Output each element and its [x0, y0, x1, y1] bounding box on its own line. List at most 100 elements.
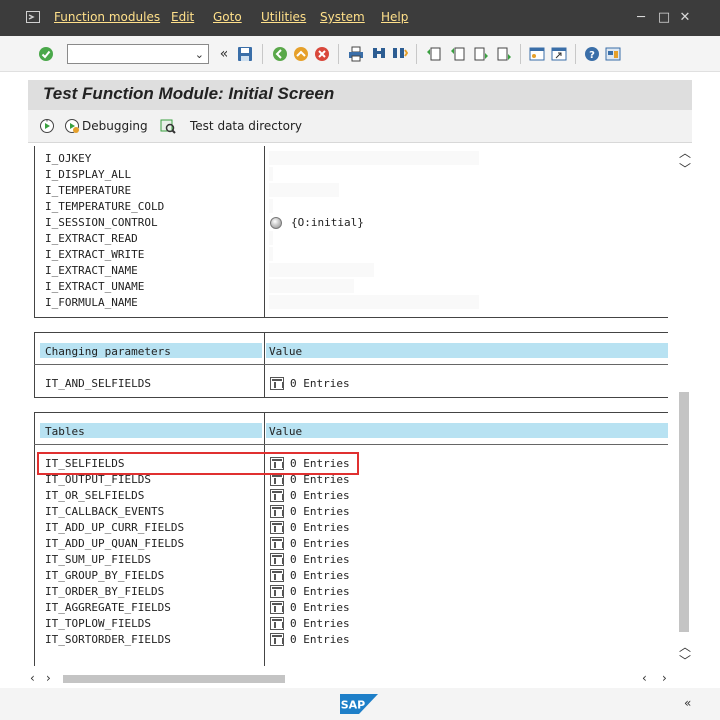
- changing-frame-left: [34, 332, 35, 398]
- create-session-icon[interactable]: [528, 45, 546, 63]
- menu-help[interactable]: Help: [381, 10, 408, 24]
- scroll-down-icon[interactable]: ﹀: [679, 160, 691, 177]
- import-param-input[interactable]: [269, 183, 339, 197]
- import-frame-left: [34, 146, 35, 318]
- exit-icon[interactable]: [292, 45, 310, 63]
- debugging-button[interactable]: Debugging: [82, 119, 148, 133]
- execute-icon[interactable]: [38, 117, 56, 135]
- import-param-name: I_SESSION_CONTROL: [45, 216, 158, 229]
- svg-text:?: ?: [589, 50, 595, 61]
- import-param-input[interactable]: [269, 279, 354, 293]
- customize-layout-icon[interactable]: [604, 45, 622, 63]
- back-icon[interactable]: [271, 45, 289, 63]
- tables-row-name: IT_SUM_UP_FIELDS: [45, 553, 151, 566]
- table-entries-icon[interactable]: [270, 377, 284, 390]
- import-param-name: I_FORMULA_NAME: [45, 296, 138, 309]
- changing-frame-top: [34, 332, 668, 333]
- table-entries-icon[interactable]: [270, 617, 284, 630]
- menu-system[interactable]: System: [320, 10, 365, 24]
- table-entries-icon[interactable]: [270, 601, 284, 614]
- tables-row-value: 0 Entries: [290, 601, 350, 614]
- import-param-input[interactable]: [269, 263, 374, 277]
- vertical-scroll-thumb[interactable]: [679, 392, 689, 632]
- import-param-name: I_TEMPERATURE: [45, 184, 132, 197]
- import-param-name: I_TEMPERATURE_COLD: [45, 200, 165, 213]
- debugging-icon[interactable]: [63, 117, 81, 135]
- print-icon[interactable]: [347, 45, 365, 63]
- find-next-icon[interactable]: [391, 45, 409, 63]
- table-entries-icon[interactable]: [270, 489, 284, 502]
- scroll-left-end-icon[interactable]: ‹: [642, 671, 647, 685]
- close-window-button[interactable]: ✕: [677, 10, 693, 25]
- table-entries-icon[interactable]: [270, 585, 284, 598]
- menu-edit[interactable]: Edit: [171, 10, 194, 24]
- tables-row-name: IT_OR_SELFIELDS: [45, 489, 145, 502]
- tables-row-value: 0 Entries: [290, 521, 350, 534]
- import-param-input[interactable]: [269, 199, 273, 213]
- test-data-directory-button[interactable]: Test data directory: [190, 119, 302, 133]
- radio-button-icon[interactable]: [270, 217, 282, 229]
- changing-frame-divider: [264, 332, 265, 398]
- import-param-input[interactable]: [269, 167, 273, 181]
- table-entries-icon[interactable]: [270, 521, 284, 534]
- scroll-left-icon[interactable]: ‹: [30, 671, 35, 685]
- collapse-status-icon[interactable]: «: [684, 696, 691, 710]
- sap-logo-text: SAP: [341, 699, 366, 712]
- next-page-icon[interactable]: [472, 45, 490, 63]
- toolbar-separator: [338, 44, 339, 64]
- save-icon[interactable]: [236, 45, 254, 63]
- minimize-button[interactable]: ─: [633, 10, 649, 25]
- previous-page-icon[interactable]: [449, 45, 467, 63]
- tables-row-value: 0 Entries: [290, 633, 350, 646]
- scroll-right-icon[interactable]: ›: [46, 671, 51, 685]
- tables-row-name: IT_TOPLOW_FIELDS: [45, 617, 151, 630]
- cancel-icon[interactable]: [313, 45, 331, 63]
- changing-row-name: IT_AND_SELFIELDS: [45, 377, 151, 390]
- horizontal-scroll-thumb[interactable]: [63, 675, 285, 683]
- scroll-right-end-icon[interactable]: ›: [662, 671, 667, 685]
- back-arrows-icon[interactable]: «: [215, 45, 233, 63]
- toolbar-separator: [520, 44, 521, 64]
- help-icon[interactable]: ?: [583, 45, 601, 63]
- import-param-name: I_EXTRACT_UNAME: [45, 280, 145, 293]
- table-entries-icon[interactable]: [270, 633, 284, 646]
- tables-row-value: 0 Entries: [290, 553, 350, 566]
- first-page-icon[interactable]: [425, 45, 443, 63]
- tables-frame-top: [34, 412, 668, 413]
- menu-utilities[interactable]: Utilities: [261, 10, 306, 24]
- changing-header-value-cell: [266, 343, 668, 358]
- import-param-name: I_EXTRACT_WRITE: [45, 248, 145, 261]
- menu-goto[interactable]: Goto: [213, 10, 242, 24]
- status-bar: SAP «: [0, 688, 720, 720]
- import-param-input[interactable]: [269, 295, 479, 309]
- table-entries-icon[interactable]: [270, 537, 284, 550]
- check-icon[interactable]: [37, 45, 55, 63]
- chevron-down-icon[interactable]: ⌄: [195, 48, 204, 61]
- vertical-scrollbar[interactable]: ︿ ﹀ ︿ ﹀: [676, 146, 692, 668]
- tables-row-name: IT_ORDER_BY_FIELDS: [45, 585, 165, 598]
- import-param-input[interactable]: [269, 247, 273, 261]
- horizontal-scrollbar[interactable]: ‹ › ‹ ›: [28, 670, 692, 688]
- title-area: Test Function Module: Initial Screen: [28, 80, 692, 110]
- scroll-up-icon[interactable]: ︿: [679, 144, 691, 161]
- command-field[interactable]: ⌄: [67, 44, 209, 64]
- shortcut-icon[interactable]: [550, 45, 568, 63]
- scroll-down-bottom-icon[interactable]: ﹀: [679, 652, 691, 669]
- import-frame-bottom: [34, 317, 668, 318]
- table-entries-icon[interactable]: [270, 569, 284, 582]
- find-icon[interactable]: [370, 45, 388, 63]
- last-page-icon[interactable]: [495, 45, 513, 63]
- import-param-input[interactable]: [269, 151, 479, 165]
- menu-function-modules[interactable]: Function modules: [54, 10, 160, 24]
- page-title: Test Function Module: Initial Screen: [43, 84, 335, 103]
- tables-frame-left: [34, 412, 35, 666]
- maximize-button[interactable]: □: [656, 10, 672, 25]
- window-menu-icon[interactable]: [26, 11, 40, 23]
- table-entries-icon[interactable]: [270, 553, 284, 566]
- table-entries-icon[interactable]: [270, 505, 284, 518]
- changing-header-name: Changing parameters: [45, 345, 171, 358]
- import-param-input[interactable]: [269, 231, 273, 245]
- test-data-directory-icon[interactable]: [159, 117, 177, 135]
- changing-row-value: 0 Entries: [290, 377, 350, 390]
- import-param-name: I_EXTRACT_READ: [45, 232, 138, 245]
